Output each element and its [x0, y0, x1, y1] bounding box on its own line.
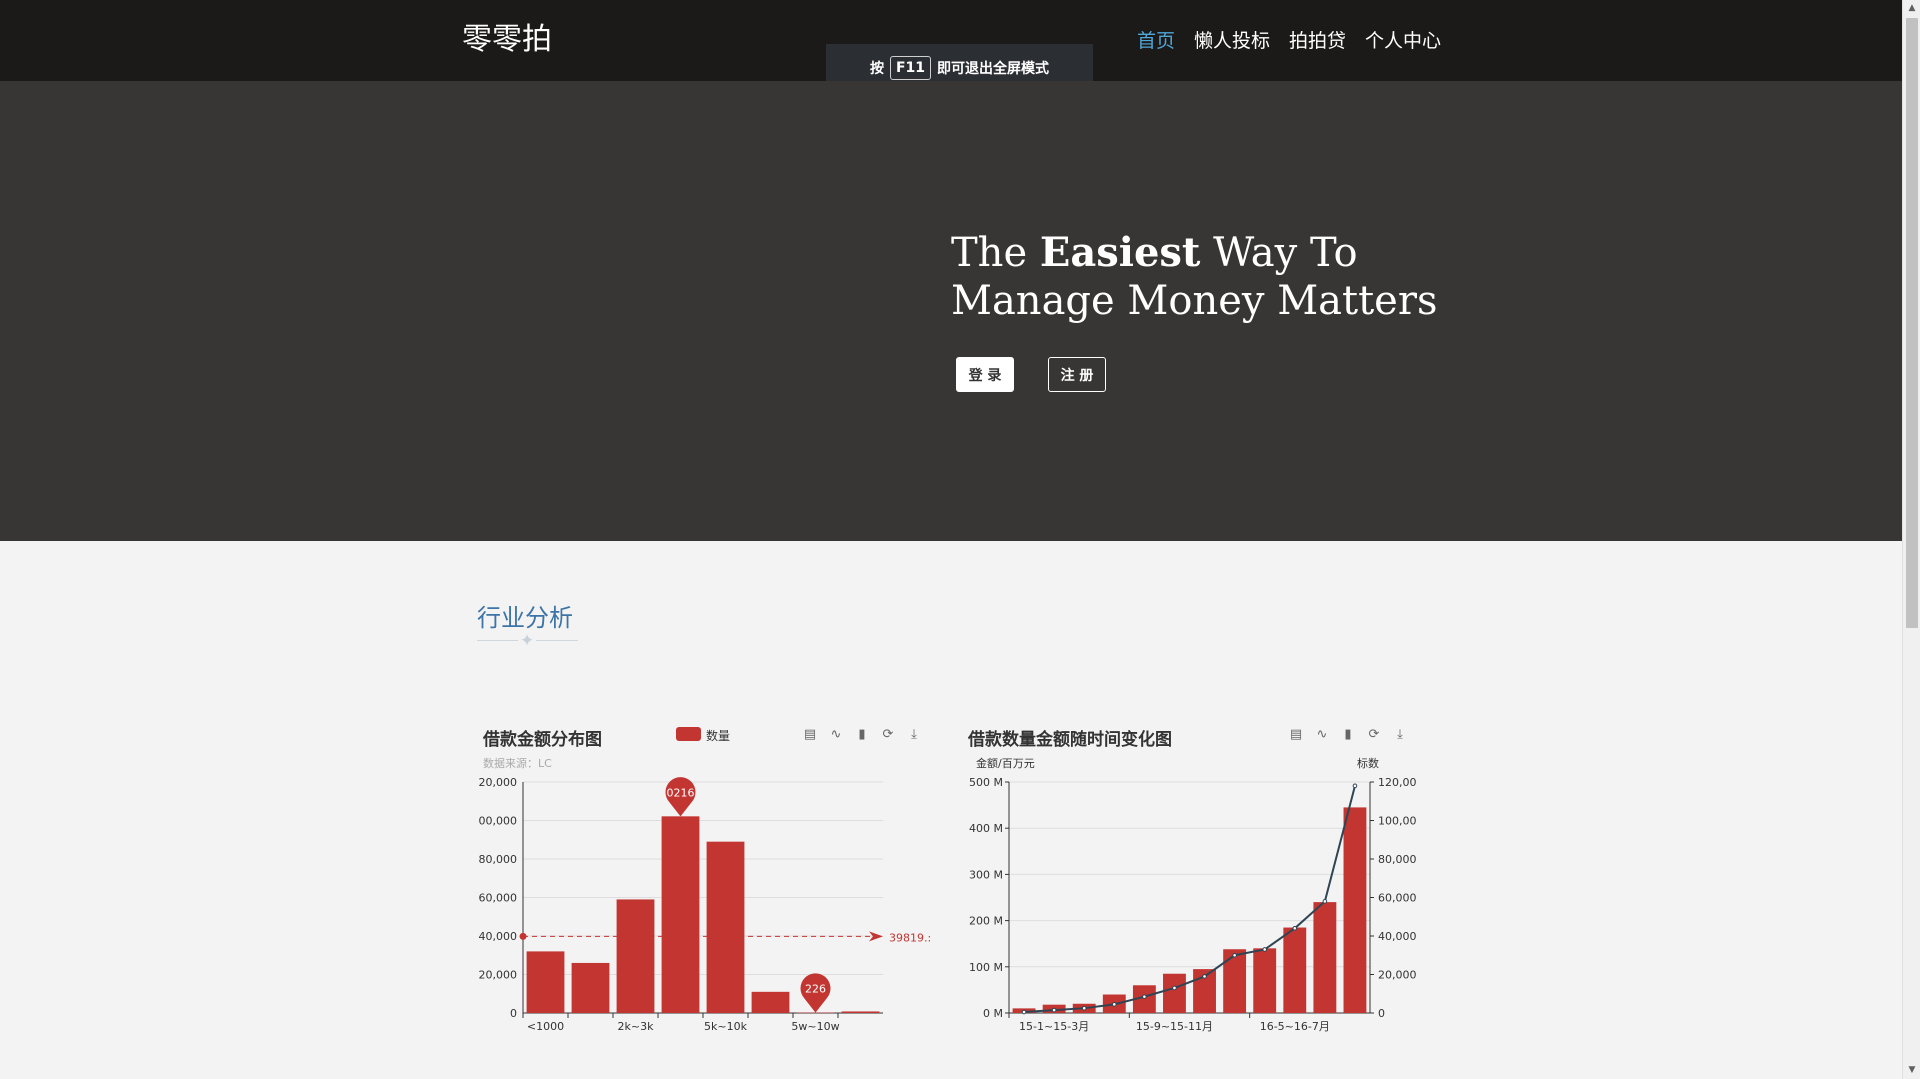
loan-amount-chart: 借款金额分布图 数据来源：LC 数量 ▤ ∿ ▮ ⟳ ⤓ 0 20,000 40,0…: [472, 717, 932, 1047]
fullscreen-tip-suffix: 即可退出全屏模式: [937, 60, 1050, 77]
chart2-y-right-tick-label: 100,00: [1378, 815, 1417, 828]
chart1-y-tick-label: 80,000: [479, 853, 518, 866]
chart2-count-point: [1292, 926, 1298, 931]
chart2-y-left-tick-label: 100 M: [969, 961, 1003, 974]
chart2-count-point: [1172, 985, 1177, 991]
hero-title: The Easiest Way To Manage Money Matters: [951, 229, 1511, 325]
hero-title-line2: Manage Money Matters: [951, 278, 1438, 324]
chart2-bar: [1343, 807, 1367, 1013]
f11-key: F11: [889, 55, 932, 80]
nav-paipaidai[interactable]: 拍拍贷: [1289, 26, 1346, 53]
chart2-count-point: [1021, 1009, 1027, 1015]
chart1-plot: 0 20,000 40,000 60,000 80,000 00,000 20,000 <10…: [479, 776, 932, 1033]
chart2-count-point: [1142, 994, 1147, 999]
chart2-y-left-tick-label: 500 M: [969, 776, 1003, 789]
chart2-count-point: [1232, 952, 1237, 958]
scroll-down-icon[interactable]: ▼: [1903, 1062, 1920, 1079]
chart2-y-right-tick-label: 20,000: [1378, 969, 1417, 982]
chart2-bar: [1223, 949, 1247, 1013]
scroll-thumb[interactable]: [1906, 18, 1918, 628]
login-button[interactable]: 登 录: [956, 357, 1014, 392]
register-button[interactable]: 注 册: [1048, 357, 1106, 392]
brand-logo[interactable]: 零零拍: [462, 14, 552, 58]
chart1-bar: [661, 816, 700, 1013]
chart1-bar: [751, 991, 790, 1013]
chart2-count-point: [1111, 1002, 1117, 1007]
chart2-count-point: [1352, 783, 1358, 789]
fullscreen-tip-prefix: 按: [869, 60, 884, 77]
chart2-count-point: [1202, 974, 1207, 979]
hero-title-rest: Way To: [1213, 230, 1358, 276]
chart1-bar: [841, 1011, 880, 1013]
hero-banner: The Easiest Way To Manage Money Matters …: [0, 81, 1902, 541]
chart2-count-point: [1262, 947, 1268, 952]
chart2-y-left-tick-label: 300 M: [969, 868, 1003, 881]
chart2-y-right-tick-label: 80,000: [1378, 853, 1417, 866]
chart1-y-tick-label: 0: [510, 1007, 517, 1020]
chart1-bar: [616, 899, 655, 1013]
chart1-x-tick-label: 2k~3k: [618, 1020, 655, 1033]
chart1-bar: [796, 1012, 835, 1014]
scroll-up-icon[interactable]: ▲: [1903, 0, 1920, 17]
chart1-x-tick-label: 5k~10k: [704, 1020, 748, 1033]
chart2-y-left-tick-label: 0 M: [983, 1007, 1003, 1020]
chart1-y-tick-label: 00,000: [479, 815, 518, 828]
chart2-y-right-tick-label: 0: [1378, 1007, 1385, 1020]
chart1-y-tick-label: 40,000: [479, 930, 518, 943]
chart2-y-right-tick-label: 60,000: [1378, 892, 1417, 905]
hero-title-bold: Easiest: [1039, 229, 1201, 276]
loan-trend-chart: 借款数量金额随时间变化图 金额/百万元 标数 ▤ ∿ ▮ ⟳ ⤓ 0 M 100 …: [958, 717, 1428, 1047]
chart1-bar: [526, 951, 565, 1013]
chart2-bar: [1163, 973, 1186, 1013]
chart1-y-tick-label: 60,000: [479, 892, 518, 905]
chart2-count-point: [1051, 1007, 1057, 1013]
chart1-x-tick-label: <1000: [527, 1020, 564, 1033]
chart2-count-point: [1081, 1005, 1087, 1011]
chart2-bar: [1283, 927, 1307, 1013]
chart2-y-left-tick-label: 200 M: [969, 915, 1003, 928]
chart1-bar: [706, 841, 745, 1013]
chart2-y-right-tick-label: 40,000: [1378, 930, 1417, 943]
chart1-mark-point-label: 226: [805, 983, 826, 996]
chart2-y-right-tick-label: 120,00: [1378, 776, 1417, 789]
chart2-x-tick-label: 15-9~15-11月: [1136, 1020, 1213, 1033]
chart2-plot: 0 M 100 M 200 M 300 M 400 M 500 M 0 20,000 40,00…: [969, 776, 1417, 1033]
chart1-x-tick-label: 5w~10w: [791, 1020, 839, 1033]
nav-lazy-bid[interactable]: 懒人投标: [1194, 26, 1270, 53]
chart2-y-left-tick-label: 400 M: [969, 822, 1003, 835]
chart1-mark-point-label: 0216: [667, 786, 695, 799]
chart2-count-point: [1322, 899, 1328, 904]
vertical-scrollbar[interactable]: ▲ ▼: [1902, 0, 1920, 1079]
nav-home[interactable]: 首页: [1137, 26, 1175, 53]
chart2-bar: [1253, 948, 1277, 1013]
chart2-x-tick-label: 16-5~16-7月: [1260, 1020, 1330, 1033]
chart1-bar: [571, 962, 610, 1013]
chart1-y-tick-label: 20,000: [479, 969, 518, 982]
chart2-x-tick-label: 15-1~15-3月: [1019, 1020, 1089, 1033]
hero-title-the: The: [951, 230, 1028, 276]
chart1-y-tick-label: 20,000: [479, 776, 518, 789]
chart1-average-line-label: 39819.:: [889, 931, 931, 944]
nav-user-center[interactable]: 个人中心: [1365, 26, 1441, 53]
divider-ornament-icon: ✦: [518, 631, 536, 651]
chart2-bar: [1313, 902, 1337, 1013]
section-title: 行业分析: [477, 604, 573, 632]
chart1-average-line-start: [519, 932, 527, 940]
